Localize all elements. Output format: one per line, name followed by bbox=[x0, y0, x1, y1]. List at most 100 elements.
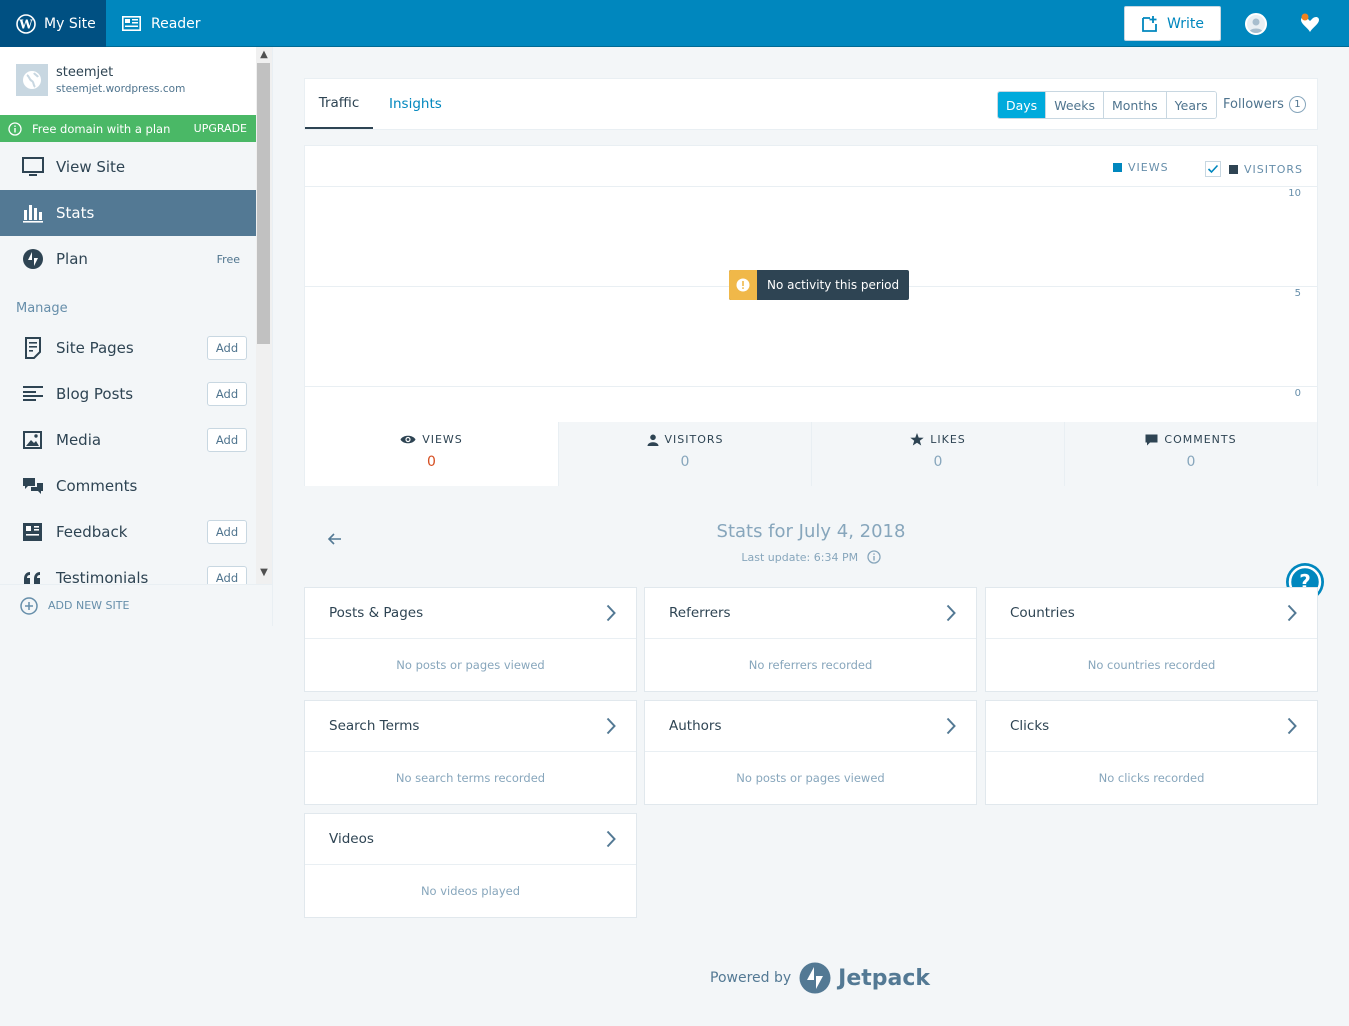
site-icon bbox=[16, 64, 48, 96]
chevron-right-icon[interactable] bbox=[946, 604, 956, 622]
site-name: steemjet bbox=[56, 65, 114, 80]
summary-value: 0 bbox=[427, 454, 436, 470]
chevron-right-icon[interactable] bbox=[1287, 717, 1297, 735]
last-update: Last update: 6:34 PM bbox=[304, 550, 1318, 564]
sidebar-item-view-site[interactable]: View Site bbox=[0, 144, 256, 190]
avatar[interactable] bbox=[1245, 13, 1267, 35]
info-icon bbox=[8, 121, 22, 136]
sidebar-item-label: Testimonials bbox=[56, 569, 149, 584]
chevron-right-icon[interactable] bbox=[946, 717, 956, 735]
stats-navigation: Traffic Insights Days Weeks Months Years… bbox=[304, 78, 1318, 130]
scroll-up-arrow-icon[interactable]: ▲ bbox=[256, 49, 272, 63]
period-days[interactable]: Days bbox=[998, 92, 1047, 118]
comment-icon bbox=[1145, 434, 1158, 445]
monitor-icon bbox=[22, 157, 44, 176]
summary-label: COMMENTS bbox=[1164, 433, 1237, 446]
summary-tab-likes[interactable]: LIKES 0 bbox=[811, 422, 1064, 486]
user-icon bbox=[647, 434, 658, 446]
no-activity-text: No activity this period bbox=[767, 278, 900, 292]
summary-tab-visitors[interactable]: VISITORS 0 bbox=[558, 422, 811, 486]
module-empty-text: No posts or pages viewed bbox=[396, 658, 545, 672]
module-referrers: Referrers No referrers recorded bbox=[644, 587, 977, 692]
module-header[interactable]: Search Terms bbox=[305, 701, 636, 752]
module-posts-pages: Posts & Pages No posts or pages viewed bbox=[304, 587, 637, 692]
posts-icon bbox=[23, 386, 43, 401]
globe-icon bbox=[23, 71, 41, 89]
star-icon bbox=[910, 433, 924, 446]
add-new-site-button[interactable]: ADD NEW SITE bbox=[0, 584, 272, 626]
summary-value: 0 bbox=[680, 454, 690, 470]
module-title: Clicks bbox=[1010, 718, 1050, 734]
summary-value: 0 bbox=[933, 454, 943, 470]
legend-visitors[interactable]: VISITORS bbox=[1205, 161, 1303, 177]
module-empty-text: No videos played bbox=[420, 884, 521, 898]
upgrade-text: Free domain with a plan bbox=[32, 121, 171, 136]
sidebar-item-testimonials[interactable]: Testimonials Add bbox=[0, 555, 256, 584]
module-empty-text: No countries recorded bbox=[1087, 658, 1216, 672]
info-icon[interactable] bbox=[866, 550, 881, 564]
module-header[interactable]: Countries bbox=[986, 588, 1317, 639]
add-testimonial-button[interactable]: Add bbox=[207, 566, 247, 584]
chevron-right-icon[interactable] bbox=[606, 604, 616, 622]
views-swatch bbox=[1113, 163, 1122, 172]
reader-button[interactable]: Reader bbox=[122, 0, 201, 47]
chevron-right-icon[interactable] bbox=[606, 830, 616, 848]
write-button[interactable]: Write bbox=[1124, 6, 1221, 41]
sidebar-item-label: Comments bbox=[56, 477, 138, 495]
sidebar-item-blog-posts[interactable]: Blog Posts Add bbox=[0, 371, 256, 417]
module-title: Countries bbox=[1010, 605, 1075, 621]
powered-by-jetpack[interactable]: Powered by Jetpack bbox=[710, 962, 930, 994]
module-title: Authors bbox=[669, 718, 722, 734]
module-authors: Authors No posts or pages viewed bbox=[644, 700, 977, 805]
scroll-down-arrow-icon[interactable]: ▼ bbox=[256, 567, 272, 581]
add-feedback-button[interactable]: Add bbox=[207, 520, 247, 544]
sidebar-item-site-pages[interactable]: Site Pages Add bbox=[0, 325, 256, 371]
legend-views[interactable]: VIEWS bbox=[1113, 161, 1169, 174]
summary-tab-views[interactable]: VIEWS 0 bbox=[305, 422, 558, 486]
module-header[interactable]: Clicks bbox=[986, 701, 1317, 752]
jetpack-logo: Jetpack bbox=[799, 962, 930, 994]
my-site-button[interactable]: W My Site bbox=[0, 0, 106, 47]
module-title: Posts & Pages bbox=[329, 605, 424, 621]
period-weeks[interactable]: Weeks bbox=[1046, 92, 1104, 118]
no-activity-notice: No activity this period bbox=[729, 270, 910, 300]
y-tick-10: 10 bbox=[1288, 188, 1301, 199]
tab-insights[interactable]: Insights bbox=[389, 79, 442, 129]
checkbox-checked-icon[interactable] bbox=[1205, 161, 1221, 177]
warning-icon bbox=[729, 270, 757, 300]
sidebar-scrollbar-thumb[interactable] bbox=[257, 63, 270, 344]
sidebar-item-stats[interactable]: Stats bbox=[0, 190, 256, 236]
upgrade-nudge[interactable]: Free domain with a plan UPGRADE bbox=[0, 115, 256, 142]
module-header[interactable]: Authors bbox=[645, 701, 976, 752]
sidebar-item-label: Plan bbox=[56, 250, 88, 268]
plan-badge: Free bbox=[216, 252, 240, 266]
followers-link[interactable]: Followers 1 bbox=[1223, 96, 1306, 113]
sidebar-item-label: Feedback bbox=[56, 523, 128, 541]
module-header[interactable]: Posts & Pages bbox=[305, 588, 636, 639]
chevron-right-icon[interactable] bbox=[1287, 604, 1297, 622]
chevron-right-icon[interactable] bbox=[606, 717, 616, 735]
module-title: Search Terms bbox=[329, 718, 420, 734]
module-countries: Countries No countries recorded bbox=[985, 587, 1318, 692]
sidebar-item-label: Site Pages bbox=[56, 339, 134, 357]
module-header[interactable]: Referrers bbox=[645, 588, 976, 639]
legend-visitors-label: VISITORS bbox=[1244, 162, 1303, 176]
notifications-button[interactable] bbox=[1298, 12, 1322, 36]
upgrade-link[interactable]: UPGRADE bbox=[194, 122, 247, 135]
sidebar-item-comments[interactable]: Comments bbox=[0, 463, 256, 509]
add-page-button[interactable]: Add bbox=[207, 336, 247, 360]
module-header[interactable]: Videos bbox=[305, 814, 636, 865]
tab-traffic[interactable]: Traffic bbox=[305, 79, 373, 129]
stats-bar-icon bbox=[23, 205, 43, 223]
period-months[interactable]: Months bbox=[1103, 92, 1167, 118]
sidebar-item-feedback[interactable]: Feedback Add bbox=[0, 509, 256, 555]
sidebar-item-plan[interactable]: Plan Free bbox=[0, 236, 256, 282]
period-years[interactable]: Years bbox=[1166, 92, 1216, 118]
current-site-card[interactable]: steemjet steemjet.wordpress.com bbox=[0, 47, 256, 115]
add-media-button[interactable]: Add bbox=[207, 428, 247, 452]
add-post-button[interactable]: Add bbox=[207, 382, 247, 406]
add-new-site-label: ADD NEW SITE bbox=[48, 599, 130, 612]
chart-gridline bbox=[305, 186, 1317, 187]
summary-tab-comments[interactable]: COMMENTS 0 bbox=[1064, 422, 1317, 486]
sidebar-item-media[interactable]: Media Add bbox=[0, 417, 256, 463]
